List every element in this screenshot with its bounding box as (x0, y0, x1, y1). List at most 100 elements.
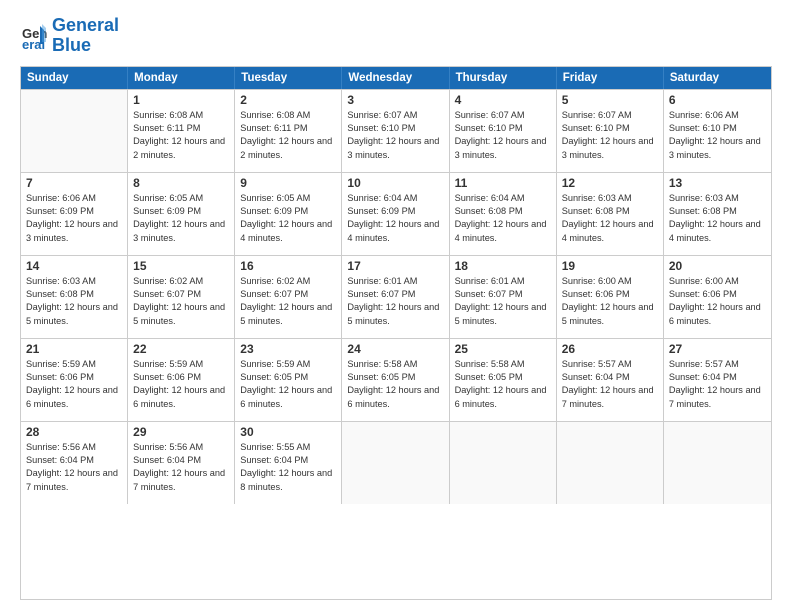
calendar-body: 1 Sunrise: 6:08 AMSunset: 6:11 PMDaylight… (21, 89, 771, 504)
day-number: 17 (347, 259, 443, 273)
day-info: Sunrise: 5:57 AMSunset: 6:04 PMDaylight:… (669, 358, 766, 411)
day-cell-21: 21Sunrise: 5:59 AMSunset: 6:06 PMDayligh… (21, 339, 128, 421)
day-number: 30 (240, 425, 336, 439)
day-cell-14: 14 Sunrise: 6:03 AMSunset: 6:08 PMDayligh… (21, 256, 128, 338)
day-number: 15 (133, 259, 229, 273)
day-info: Sunrise: 5:56 AMSunset: 6:04 PMDaylight:… (133, 441, 229, 494)
day-number: 9 (240, 176, 336, 190)
day-info: Sunrise: 6:07 AMSunset: 6:10 PMDaylight:… (455, 109, 551, 162)
day-info: Sunrise: 6:03 AMSunset: 6:08 PMDaylight:… (669, 192, 766, 245)
day-cell-22: 22Sunrise: 5:59 AMSunset: 6:06 PMDayligh… (128, 339, 235, 421)
day-cell-1: 1 Sunrise: 6:08 AMSunset: 6:11 PMDaylight… (128, 90, 235, 172)
day-info: Sunrise: 6:00 AMSunset: 6:06 PMDaylight:… (669, 275, 766, 328)
day-number: 18 (455, 259, 551, 273)
day-info: Sunrise: 6:02 AMSunset: 6:07 PMDaylight:… (240, 275, 336, 328)
day-cell-8: 8 Sunrise: 6:05 AMSunset: 6:09 PMDaylight… (128, 173, 235, 255)
day-number: 8 (133, 176, 229, 190)
day-number: 20 (669, 259, 766, 273)
day-info: Sunrise: 6:07 AMSunset: 6:10 PMDaylight:… (562, 109, 658, 162)
day-number: 26 (562, 342, 658, 356)
day-cell-11: 11Sunrise: 6:04 AMSunset: 6:08 PMDayligh… (450, 173, 557, 255)
day-cell-23: 23 Sunrise: 5:59 AMSunset: 6:05 PMDayligh… (235, 339, 342, 421)
day-number: 5 (562, 93, 658, 107)
day-info: Sunrise: 5:55 AMSunset: 6:04 PMDaylight:… (240, 441, 336, 494)
day-number: 12 (562, 176, 658, 190)
day-cell-16: 16 Sunrise: 6:02 AMSunset: 6:07 PMDayligh… (235, 256, 342, 338)
day-info: Sunrise: 5:59 AMSunset: 6:06 PMDaylight:… (26, 358, 122, 411)
day-info: Sunrise: 5:59 AMSunset: 6:06 PMDaylight:… (133, 358, 229, 411)
day-info: Sunrise: 6:04 AMSunset: 6:09 PMDaylight:… (347, 192, 443, 245)
empty-cell (21, 90, 128, 172)
header-cell-monday: Monday (128, 67, 235, 89)
empty-cell (342, 422, 449, 504)
day-cell-15: 15 Sunrise: 6:02 AMSunset: 6:07 PMDayligh… (128, 256, 235, 338)
day-number: 25 (455, 342, 551, 356)
day-cell-13: 13 Sunrise: 6:03 AMSunset: 6:08 PMDayligh… (664, 173, 771, 255)
header-cell-thursday: Thursday (450, 67, 557, 89)
day-cell-7: 7Sunrise: 6:06 AMSunset: 6:09 PMDaylight… (21, 173, 128, 255)
day-cell-6: 6 Sunrise: 6:06 AMSunset: 6:10 PMDaylight… (664, 90, 771, 172)
day-number: 19 (562, 259, 658, 273)
day-number: 3 (347, 93, 443, 107)
header-cell-friday: Friday (557, 67, 664, 89)
day-cell-17: 17Sunrise: 6:01 AMSunset: 6:07 PMDayligh… (342, 256, 449, 338)
calendar-week-1: 1 Sunrise: 6:08 AMSunset: 6:11 PMDaylight… (21, 89, 771, 172)
day-number: 11 (455, 176, 551, 190)
header-cell-tuesday: Tuesday (235, 67, 342, 89)
logo-name: GeneralBlue (52, 16, 119, 56)
day-info: Sunrise: 6:05 AMSunset: 6:09 PMDaylight:… (240, 192, 336, 245)
day-info: Sunrise: 6:03 AMSunset: 6:08 PMDaylight:… (26, 275, 122, 328)
day-info: Sunrise: 6:08 AMSunset: 6:11 PMDaylight:… (240, 109, 336, 162)
day-info: Sunrise: 5:56 AMSunset: 6:04 PMDaylight:… (26, 441, 122, 494)
day-number: 2 (240, 93, 336, 107)
day-info: Sunrise: 6:05 AMSunset: 6:09 PMDaylight:… (133, 192, 229, 245)
header-cell-saturday: Saturday (664, 67, 771, 89)
calendar-week-3: 14 Sunrise: 6:03 AMSunset: 6:08 PMDayligh… (21, 255, 771, 338)
day-info: Sunrise: 5:59 AMSunset: 6:05 PMDaylight:… (240, 358, 336, 411)
day-number: 28 (26, 425, 122, 439)
day-cell-5: 5 Sunrise: 6:07 AMSunset: 6:10 PMDaylight… (557, 90, 664, 172)
header: Gen eral GeneralBlue (20, 16, 772, 56)
header-cell-wednesday: Wednesday (342, 67, 449, 89)
day-number: 6 (669, 93, 766, 107)
day-info: Sunrise: 6:01 AMSunset: 6:07 PMDaylight:… (455, 275, 551, 328)
day-info: Sunrise: 5:58 AMSunset: 6:05 PMDaylight:… (455, 358, 551, 411)
day-number: 23 (240, 342, 336, 356)
day-cell-10: 10Sunrise: 6:04 AMSunset: 6:09 PMDayligh… (342, 173, 449, 255)
empty-cell (557, 422, 664, 504)
day-number: 29 (133, 425, 229, 439)
day-info: Sunrise: 6:02 AMSunset: 6:07 PMDaylight:… (133, 275, 229, 328)
day-cell-2: 2 Sunrise: 6:08 AMSunset: 6:11 PMDaylight… (235, 90, 342, 172)
day-cell-28: 28 Sunrise: 5:56 AMSunset: 6:04 PMDayligh… (21, 422, 128, 504)
day-cell-30: 30 Sunrise: 5:55 AMSunset: 6:04 PMDayligh… (235, 422, 342, 504)
day-number: 4 (455, 93, 551, 107)
day-info: Sunrise: 6:07 AMSunset: 6:10 PMDaylight:… (347, 109, 443, 162)
day-number: 16 (240, 259, 336, 273)
day-number: 14 (26, 259, 122, 273)
calendar: SundayMondayTuesdayWednesdayThursdayFrid… (20, 66, 772, 600)
day-number: 1 (133, 93, 229, 107)
calendar-week-4: 21Sunrise: 5:59 AMSunset: 6:06 PMDayligh… (21, 338, 771, 421)
day-info: Sunrise: 6:03 AMSunset: 6:08 PMDaylight:… (562, 192, 658, 245)
day-cell-26: 26 Sunrise: 5:57 AMSunset: 6:04 PMDayligh… (557, 339, 664, 421)
calendar-week-2: 7Sunrise: 6:06 AMSunset: 6:09 PMDaylight… (21, 172, 771, 255)
day-cell-29: 29 Sunrise: 5:56 AMSunset: 6:04 PMDayligh… (128, 422, 235, 504)
day-info: Sunrise: 6:08 AMSunset: 6:11 PMDaylight:… (133, 109, 229, 162)
page: Gen eral GeneralBlue SundayMondayTuesday… (0, 0, 792, 612)
calendar-week-5: 28 Sunrise: 5:56 AMSunset: 6:04 PMDayligh… (21, 421, 771, 504)
day-info: Sunrise: 6:06 AMSunset: 6:09 PMDaylight:… (26, 192, 122, 245)
logo: Gen eral GeneralBlue (20, 16, 119, 56)
day-cell-4: 4 Sunrise: 6:07 AMSunset: 6:10 PMDaylight… (450, 90, 557, 172)
day-cell-9: 9 Sunrise: 6:05 AMSunset: 6:09 PMDaylight… (235, 173, 342, 255)
day-cell-3: 3 Sunrise: 6:07 AMSunset: 6:10 PMDaylight… (342, 90, 449, 172)
day-info: Sunrise: 5:57 AMSunset: 6:04 PMDaylight:… (562, 358, 658, 411)
day-number: 24 (347, 342, 443, 356)
day-cell-27: 27Sunrise: 5:57 AMSunset: 6:04 PMDayligh… (664, 339, 771, 421)
calendar-header-row: SundayMondayTuesdayWednesdayThursdayFrid… (21, 67, 771, 89)
logo-icon: Gen eral (20, 22, 48, 50)
day-cell-24: 24Sunrise: 5:58 AMSunset: 6:05 PMDayligh… (342, 339, 449, 421)
day-cell-25: 25 Sunrise: 5:58 AMSunset: 6:05 PMDayligh… (450, 339, 557, 421)
day-info: Sunrise: 6:06 AMSunset: 6:10 PMDaylight:… (669, 109, 766, 162)
day-number: 13 (669, 176, 766, 190)
day-cell-12: 12 Sunrise: 6:03 AMSunset: 6:08 PMDayligh… (557, 173, 664, 255)
